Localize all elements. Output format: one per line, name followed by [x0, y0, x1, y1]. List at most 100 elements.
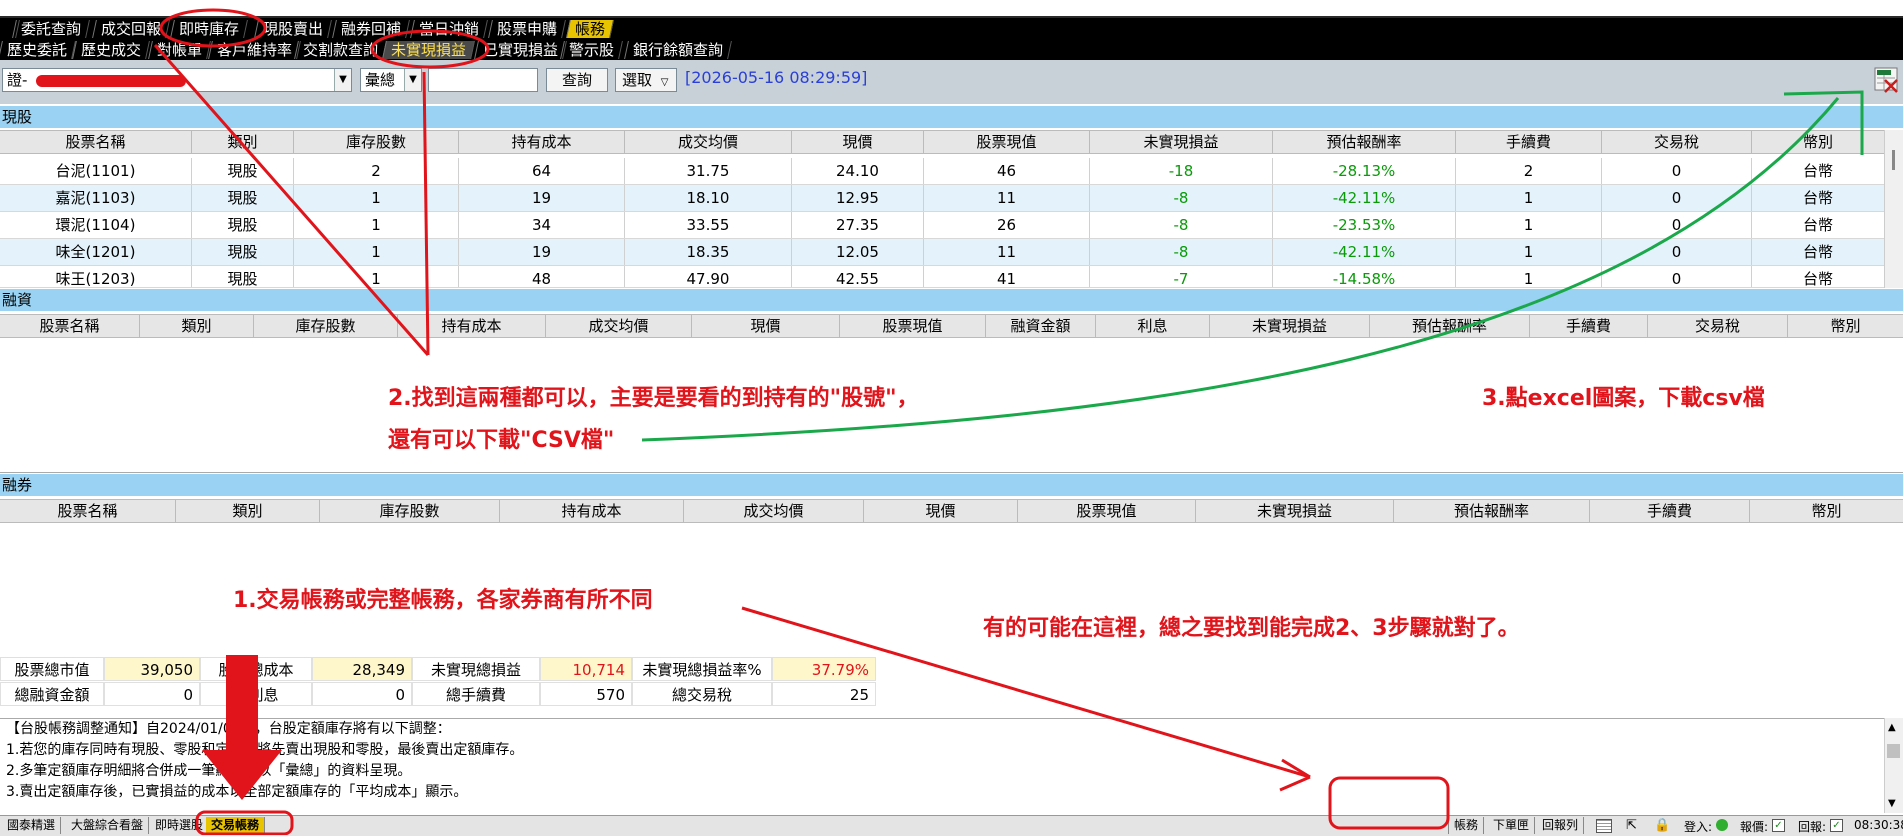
tab-fills[interactable]: 成交回報 [92, 20, 170, 38]
tab-fill-history[interactable]: 歷史成交 [72, 41, 150, 59]
col-header[interactable]: 股票現值 [840, 315, 986, 337]
col-header[interactable]: 成交均價 [546, 315, 692, 337]
notice-line: 【台股帳務調整通知】自2024/01/01起，台股定額庫存將有以下調整： [6, 721, 451, 737]
col-header[interactable]: 現價 [864, 500, 1018, 522]
chevron-down-icon[interactable]: ▼ [404, 69, 421, 91]
cell-price: 12.05 [792, 239, 924, 265]
col-header[interactable]: 現價 [792, 131, 924, 153]
col-header[interactable]: 持有成本 [398, 315, 546, 337]
chevron-up-icon[interactable]: ▲ [1888, 722, 1896, 733]
account-select[interactable]: 證- ▼ [2, 68, 352, 92]
col-header[interactable]: 幣別 [1750, 500, 1903, 522]
annotation-step1: 1.交易帳務或完整帳務，各家券商有所不同 [233, 588, 653, 613]
col-header[interactable]: 利息 [1096, 315, 1210, 337]
cell-return: -23.53% [1273, 212, 1456, 238]
col-header[interactable]: 交易稅 [1648, 315, 1788, 337]
col-header[interactable]: 交易稅 [1602, 131, 1752, 153]
status-button[interactable]: 下單匣 [1488, 817, 1536, 834]
cell-type: 現股 [192, 212, 294, 238]
cell-stock-name: 味全(1201) [0, 239, 192, 265]
tab-orders[interactable]: 委託查詢 [12, 20, 90, 38]
tab-order-history[interactable]: 歷史委託 [0, 41, 76, 59]
tab-unrealized-pl[interactable]: 未實現損益 [382, 41, 475, 59]
aggregate-select[interactable]: 彙總 ▼ [360, 68, 422, 92]
select-button[interactable]: 選取 ▽ [615, 68, 677, 92]
tab-warning-stocks[interactable]: 警示股 [560, 41, 623, 59]
scrollbar-thumb[interactable] [1887, 744, 1900, 758]
popout-icon[interactable]: ⇱ [1626, 818, 1637, 833]
scrollbar-thumb[interactable] [1892, 150, 1895, 170]
query-button[interactable]: 查詢 [546, 68, 608, 92]
status-button[interactable]: 回報列 [1537, 817, 1585, 834]
cash-table-scrollbar[interactable] [1884, 130, 1903, 288]
col-header[interactable]: 未實現損益 [1210, 315, 1370, 337]
col-header[interactable]: 股票現值 [924, 131, 1090, 153]
col-header[interactable]: 未實現損益 [1090, 131, 1273, 153]
summary-value: 25 [772, 682, 876, 706]
tab-maintenance-ratio[interactable]: 客戶維持率 [208, 41, 301, 59]
cell-cost: 19 [459, 239, 625, 265]
status-button[interactable]: 帳務 [1448, 817, 1485, 834]
col-header[interactable]: 類別 [176, 500, 320, 522]
login-label: 登入: [1684, 820, 1713, 834]
col-header[interactable]: 成交均價 [625, 131, 792, 153]
table-row[interactable]: 環泥(1104) 現股 1 34 33.55 27.35 26 -8 -23.5… [0, 212, 1885, 239]
col-header[interactable]: 手續費 [1590, 500, 1750, 522]
cell-fee: 1 [1456, 266, 1602, 287]
grid-icon[interactable] [1596, 819, 1612, 833]
chevron-down-icon[interactable]: ▼ [334, 69, 351, 91]
cell-shares: 1 [294, 239, 459, 265]
tab-statement[interactable]: 對帳單 [148, 41, 211, 59]
workspace-tab[interactable]: 即時選股 [150, 817, 210, 834]
table-row[interactable]: 味王(1203) 現股 1 48 47.90 42.55 41 -7 -14.5… [0, 266, 1885, 288]
col-header[interactable]: 未實現損益 [1196, 500, 1394, 522]
symbol-input[interactable] [428, 68, 538, 92]
excel-export-icon[interactable] [1873, 66, 1901, 94]
col-header[interactable]: 融資金額 [986, 315, 1096, 337]
tab-day-trade[interactable]: 當日沖銷 [410, 20, 488, 38]
col-header[interactable]: 預估報酬率 [1370, 315, 1530, 337]
col-header[interactable]: 庫存股數 [320, 500, 500, 522]
col-header[interactable]: 手續費 [1456, 131, 1602, 153]
tab-realized-pl[interactable]: 已實現損益 [474, 41, 567, 59]
tab-accounts[interactable]: 帳務 [566, 20, 614, 38]
chevron-down-icon[interactable]: ▼ [1888, 798, 1896, 809]
col-header[interactable]: 類別 [140, 315, 254, 337]
col-header[interactable]: 庫存股數 [254, 315, 398, 337]
workspace-tab[interactable]: 國泰精選 [2, 817, 62, 834]
col-header[interactable]: 股票名稱 [0, 500, 176, 522]
tab-cash-sell[interactable]: 現股賣出 [254, 20, 332, 38]
col-header[interactable]: 預估報酬率 [1394, 500, 1590, 522]
cell-market-value: 46 [924, 158, 1090, 184]
col-header[interactable]: 庫存股數 [294, 131, 459, 153]
table-row[interactable]: 台泥(1101) 現股 2 64 31.75 24.10 46 -18 -28.… [0, 158, 1885, 185]
col-header[interactable]: 幣別 [1752, 131, 1885, 153]
col-header[interactable]: 持有成本 [459, 131, 625, 153]
col-header[interactable]: 類別 [192, 131, 294, 153]
col-header[interactable]: 幣別 [1788, 315, 1903, 337]
col-header[interactable]: 股票名稱 [0, 131, 192, 153]
cell-stock-name: 環泥(1104) [0, 212, 192, 238]
col-header[interactable]: 現價 [692, 315, 840, 337]
notice-scrollbar[interactable]: ▲ ▼ [1884, 718, 1903, 813]
col-header[interactable]: 預估報酬率 [1273, 131, 1456, 153]
checkbox-icon[interactable]: ✓ [1772, 819, 1785, 832]
workspace-tab-active[interactable]: 交易帳務 [206, 817, 266, 834]
tab-bank-balance[interactable]: 銀行餘額查詢 [624, 41, 732, 59]
workspace-tab[interactable]: 大盤綜合看盤 [66, 817, 150, 834]
table-row[interactable]: 嘉泥(1103) 現股 1 19 18.10 12.95 11 -8 -42.1… [0, 185, 1885, 212]
col-header[interactable]: 股票現值 [1018, 500, 1196, 522]
checkbox-icon[interactable]: ✓ [1830, 819, 1843, 832]
table-row[interactable]: 味全(1201) 現股 1 19 18.35 12.05 11 -8 -42.1… [0, 239, 1885, 266]
tab-settlement[interactable]: 交割款查詢 [294, 41, 387, 59]
col-header[interactable]: 手續費 [1530, 315, 1648, 337]
tab-inventory[interactable]: 即時庫存 [170, 20, 248, 38]
lock-icon[interactable]: 🔒 [1654, 818, 1670, 833]
col-header[interactable]: 成交均價 [684, 500, 864, 522]
tab-ipo-subscribe[interactable]: 股票申購 [488, 20, 566, 38]
tab-short-cover[interactable]: 融券回補 [332, 20, 410, 38]
col-header[interactable]: 持有成本 [500, 500, 684, 522]
col-header[interactable]: 股票名稱 [0, 315, 140, 337]
cell-cost: 64 [459, 158, 625, 184]
cell-currency: 台幣 [1752, 185, 1885, 211]
